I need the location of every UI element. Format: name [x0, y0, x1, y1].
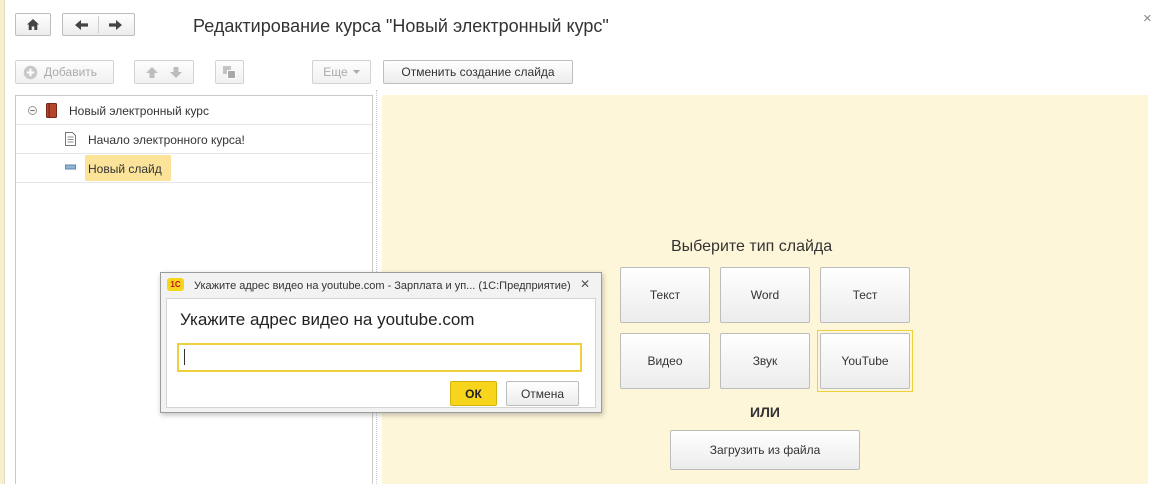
forward-button[interactable]	[108, 19, 123, 31]
arrow-down-icon	[170, 66, 182, 78]
dialog-close-button[interactable]: ✕	[580, 277, 590, 291]
document-icon	[65, 132, 76, 146]
tree-item-label: Начало электронного курса!	[88, 133, 245, 147]
tree-item-course[interactable]: Новый электронный курс	[16, 96, 372, 125]
slide-type-video-button[interactable]: Видео	[620, 333, 710, 389]
cancel-slide-label: Отменить создание слайда	[401, 65, 555, 79]
more-button-label: Еще	[323, 65, 348, 79]
dialog-title: Укажите адрес видео на youtube.com - Зар…	[194, 280, 571, 292]
history-nav	[62, 13, 135, 36]
or-label: ИЛИ	[750, 404, 780, 420]
cancel-button[interactable]: Отмена	[506, 381, 579, 406]
arrow-up-icon	[146, 66, 158, 78]
tree-item-label: Новый электронный курс	[69, 104, 209, 118]
left-sidebar-edge	[0, 0, 5, 484]
chevron-down-icon	[352, 69, 360, 74]
arrow-right-icon	[109, 19, 123, 30]
youtube-url-input[interactable]	[177, 343, 582, 372]
slide-type-youtube-button[interactable]: YouTube	[820, 333, 910, 389]
slide-type-test-button[interactable]: Тест	[820, 267, 910, 323]
home-button[interactable]	[15, 13, 51, 36]
arrow-left-icon	[74, 19, 88, 30]
ok-button[interactable]: ОК	[450, 381, 497, 406]
copy-icon	[223, 65, 236, 79]
slide-icon	[65, 164, 76, 170]
page-title: Редактирование курса "Новый электронный …	[193, 16, 609, 36]
app-logo-icon: 1С	[167, 278, 184, 291]
tree-item-intro[interactable]: Начало электронного курса!	[16, 125, 372, 154]
dialog-body: Укажите адрес видео на youtube.com ОК От…	[166, 298, 596, 408]
cancel-slide-button[interactable]: Отменить создание слайда	[383, 60, 573, 84]
text-caret	[184, 349, 185, 365]
add-icon	[23, 65, 38, 79]
book-icon	[46, 103, 57, 118]
collapse-icon[interactable]	[28, 106, 37, 115]
app-window: Редактирование курса "Новый электронный …	[0, 0, 1163, 484]
slide-type-heading: Выберите тип слайда	[671, 238, 833, 255]
home-icon	[27, 19, 39, 30]
slide-type-word-button[interactable]: Word	[720, 267, 810, 323]
slide-type-text-button[interactable]: Текст	[620, 267, 710, 323]
upload-from-file-button[interactable]: Загрузить из файла	[670, 430, 860, 470]
slide-type-audio-button[interactable]: Звук	[720, 333, 810, 389]
add-button-label: Добавить	[44, 65, 98, 79]
close-window-button[interactable]: ×	[1143, 10, 1152, 27]
tree-item-new-slide[interactable]: Новый слайд	[16, 154, 372, 183]
nav-divider	[97, 16, 99, 33]
move-buttons	[134, 60, 194, 84]
youtube-url-dialog: 1С Укажите адрес видео на youtube.com - …	[160, 272, 602, 413]
dialog-prompt: Укажите адрес видео на youtube.com	[180, 310, 475, 329]
add-button[interactable]: Добавить	[15, 60, 114, 84]
back-button[interactable]	[74, 19, 89, 31]
tree-item-label: Новый слайд	[88, 162, 162, 176]
move-up-button[interactable]	[145, 66, 159, 79]
more-button[interactable]: Еще	[312, 60, 371, 84]
copy-button[interactable]	[215, 60, 244, 84]
move-down-button[interactable]	[169, 66, 183, 79]
